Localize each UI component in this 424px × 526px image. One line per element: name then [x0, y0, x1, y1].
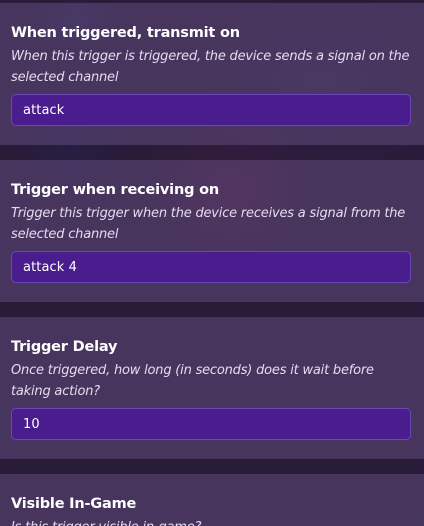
setting-title: When triggered, transmit on — [11, 25, 240, 41]
setting-description: Is this trigger visible in-game? — [11, 517, 411, 526]
setting-title: Trigger when receiving on — [11, 182, 219, 198]
trigger-delay-input[interactable]: 10 — [11, 408, 411, 440]
transmit-channel-value: attack — [23, 102, 65, 118]
section-divider — [0, 145, 424, 160]
receive-channel-value: attack 4 — [23, 259, 78, 275]
setting-title: Visible In-Game — [11, 496, 137, 512]
transmit-channel-input[interactable]: attack — [11, 94, 411, 126]
setting-description: When this trigger is triggered, the devi… — [11, 49, 410, 85]
section-divider — [0, 459, 424, 474]
section-divider — [0, 302, 424, 317]
receive-channel-input[interactable]: attack 4 — [11, 251, 411, 283]
setting-description: Once triggered, how long (in seconds) do… — [11, 363, 374, 399]
trigger-delay-value: 10 — [23, 416, 40, 432]
setting-description: Trigger this trigger when the device rec… — [11, 206, 406, 242]
setting-title: Trigger Delay — [11, 339, 118, 355]
